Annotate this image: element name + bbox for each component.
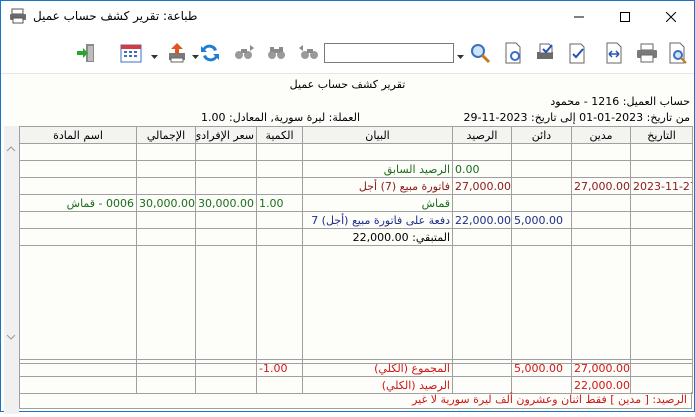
refresh-icon[interactable]	[197, 40, 223, 66]
balance-in-words: الرصيد: [ مدين ] فقط اثنان وعشرون ألف لي…	[19, 392, 692, 409]
remaining-amount: المتبقي: 22,000.00	[302, 228, 453, 246]
printer-app-icon	[9, 8, 27, 24]
payment-balance: 22,000.00	[452, 211, 512, 229]
total-debit: 27,000.00	[571, 359, 631, 377]
item-unit-price: 30,000.00	[195, 194, 257, 212]
table-row: 5,000.00 22,000.00 دفعة على فاتورة مبيع …	[19, 211, 693, 229]
col-credit-header: دائن	[511, 126, 572, 144]
date-range-line: من تاريخ: 2023-01-01 إلى تاريخ: 2023-11-…	[463, 111, 690, 124]
print-preview-icon[interactable]	[665, 40, 691, 66]
table-row: قماش 1.00 30,000.00 30,000.00 0006 - قما…	[19, 194, 693, 212]
col-balance-header: الرصيد	[452, 126, 512, 144]
minimize-button[interactable]	[556, 1, 602, 32]
maximize-button[interactable]	[602, 1, 648, 32]
col-item-header: اسم المادة	[19, 126, 137, 144]
item-quantity: 1.00	[256, 194, 303, 212]
report-page: تقرير كشف حساب عميل حساب العميل: 1216 - …	[1, 74, 694, 414]
total-label: المجموع (الكلي)	[302, 359, 453, 377]
vertical-scrollbar[interactable]	[4, 126, 19, 414]
close-button[interactable]	[648, 1, 694, 32]
find-next-icon[interactable]	[231, 40, 257, 66]
invoice-date: 2023-11-27	[630, 177, 693, 195]
item-name: 0006 - قماش	[19, 194, 137, 212]
statement-table: التاريخ مدين دائن الرصيد البيان الكمية س…	[19, 126, 693, 364]
col-desc-header: البيان	[302, 126, 453, 144]
table-row-spacer	[19, 143, 693, 161]
table-row-empty	[19, 245, 693, 364]
checklist-icon[interactable]	[564, 40, 590, 66]
total-balance-value: 22,000.00	[571, 376, 631, 394]
item-total: 30,000.00	[136, 194, 196, 212]
print-icon[interactable]	[634, 40, 660, 66]
total-balance-label: الرصيد (الكلي)	[302, 376, 453, 394]
opening-balance-value: 0.00	[452, 160, 512, 178]
calendar-dropdown-chevron-icon[interactable]	[151, 50, 158, 59]
customer-account-line: حساب العميل: 1216 - محمود	[550, 95, 690, 108]
invoice-description: فاتورة مبيع (7) أجل	[302, 177, 453, 195]
payment-credit: 5,000.00	[511, 211, 572, 229]
exit-icon[interactable]	[73, 40, 99, 66]
table-row: 2023-11-27 27,000.00 27,000.00 فاتورة مب…	[19, 177, 693, 195]
binoculars-icon[interactable]	[264, 40, 290, 66]
balance-row: 22,000.00 الرصيد (الكلي)	[19, 376, 693, 394]
invoice-debit: 27,000.00	[571, 177, 631, 195]
item-line-description: قماش	[302, 194, 453, 212]
page-setup-icon[interactable]	[500, 40, 526, 66]
totals-table: 27,000.00 5,000.00 المجموع (الكلي) -1.00…	[19, 359, 693, 394]
payment-description: دفعة على فاتورة مبيع (أجل) 7	[302, 211, 453, 229]
fit-width-icon[interactable]	[601, 40, 627, 66]
print-preview-window: طباعة: تقرير كشف حساب عميل تقرير كشف حسا…	[0, 0, 695, 414]
search-icon[interactable]	[467, 40, 493, 66]
currency-line: العملة: ليرة سورية, المعادل: 1.00	[201, 111, 360, 124]
table-row: المتبقي: 22,000.00	[19, 228, 693, 246]
calendar-icon[interactable]	[118, 40, 144, 66]
total-credit: 5,000.00	[511, 359, 572, 377]
table-row: 0.00 الرصيد السابق	[19, 160, 693, 178]
find-previous-icon[interactable]	[296, 40, 322, 66]
window-title: طباعة: تقرير كشف حساب عميل	[33, 9, 198, 23]
opening-balance-label: الرصيد السابق	[302, 160, 453, 178]
total-quantity: -1.00	[256, 359, 303, 377]
export-icon[interactable]	[164, 40, 190, 66]
col-qty-header: الكمية	[256, 126, 303, 144]
print-settings-icon[interactable]	[533, 40, 559, 66]
search-input[interactable]	[324, 43, 454, 63]
report-title: تقرير كشف حساب عميل	[289, 78, 406, 91]
table-header-row: التاريخ مدين دائن الرصيد البيان الكمية س…	[19, 126, 693, 144]
col-debit-header: مدين	[571, 126, 631, 144]
title-bar: طباعة: تقرير كشف حساب عميل	[1, 1, 694, 32]
col-price-header: سعر الإفرادي	[195, 126, 257, 144]
totals-row: 27,000.00 5,000.00 المجموع (الكلي) -1.00	[19, 359, 693, 377]
toolbar	[1, 32, 694, 74]
invoice-balance: 27,000.00	[452, 177, 512, 195]
search-dropdown-chevron-icon[interactable]	[457, 50, 464, 59]
col-date-header: التاريخ	[630, 126, 693, 144]
col-total-header: الإجمالي	[136, 126, 196, 144]
